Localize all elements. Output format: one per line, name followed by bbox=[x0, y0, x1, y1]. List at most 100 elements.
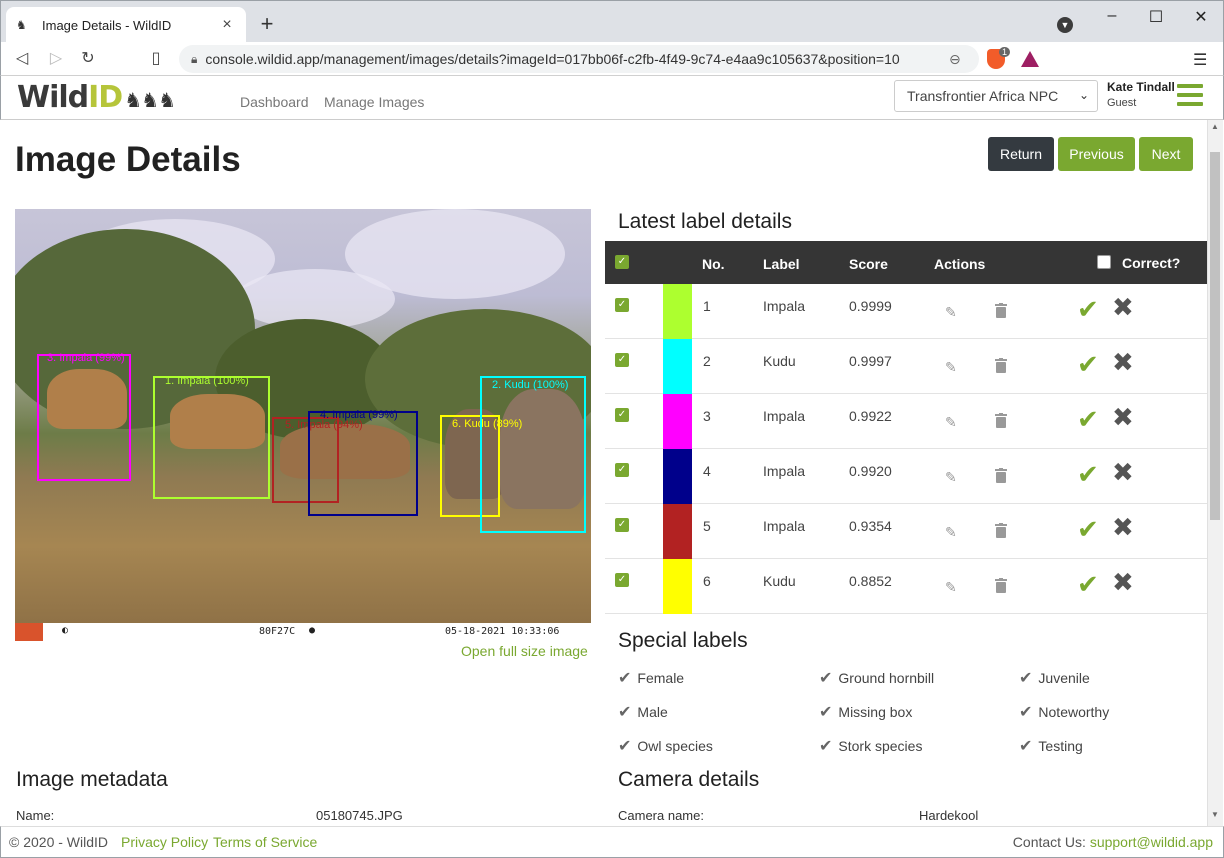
terms-of-service-link[interactable]: Terms of Service bbox=[213, 834, 317, 850]
label-score: 0.9922 bbox=[849, 408, 892, 424]
label-table-header: ✓ No. Label Score Actions Correct? bbox=[605, 241, 1207, 284]
col-label: Label bbox=[763, 256, 800, 272]
pencil-icon[interactable]: ✎ bbox=[945, 524, 957, 541]
next-button[interactable]: Next bbox=[1139, 137, 1193, 171]
photo-info-strip: ◐ 80F27C ● 05-18-2021 10:33:06 bbox=[15, 623, 591, 641]
support-email-link[interactable]: support@wildid.app bbox=[1090, 834, 1213, 850]
previous-button[interactable]: Previous bbox=[1058, 137, 1135, 171]
mark-incorrect-icon[interactable]: ✖ bbox=[1112, 512, 1134, 543]
pencil-icon[interactable]: ✎ bbox=[945, 304, 957, 321]
special-label-text: Ground hornbill bbox=[838, 670, 935, 686]
select-all-checkbox[interactable]: ✓ bbox=[615, 255, 629, 269]
new-tab-button[interactable]: + bbox=[255, 11, 279, 37]
special-label-text: Stork species bbox=[838, 738, 923, 754]
label-score: 0.9999 bbox=[849, 298, 892, 314]
pencil-icon[interactable]: ✎ bbox=[945, 359, 957, 376]
bookmark-icon[interactable]: ▯ bbox=[145, 48, 167, 70]
scroll-down-icon[interactable]: ▼ bbox=[1211, 810, 1219, 819]
mark-incorrect-icon[interactable]: ✖ bbox=[1112, 567, 1134, 598]
wildid-logo[interactable]: WildID ♞♞♞ bbox=[17, 80, 176, 115]
logo-text: Wild bbox=[17, 80, 89, 115]
label-color-swatch bbox=[663, 559, 692, 614]
col-no: No. bbox=[702, 256, 725, 272]
hamburger-menu-icon[interactable] bbox=[1177, 84, 1203, 108]
special-labels-title: Special labels bbox=[618, 629, 748, 652]
organization-select[interactable]: Transfrontier Africa NPC ⌄ bbox=[894, 80, 1098, 112]
bbox-label-4: 4. Impala (99%) bbox=[320, 409, 398, 421]
nav-manage-images[interactable]: Manage Images bbox=[324, 94, 424, 110]
checkmark-icon: ✔ bbox=[1019, 704, 1033, 721]
pencil-icon[interactable]: ✎ bbox=[945, 414, 957, 431]
checkmark-icon: ✔ bbox=[1019, 670, 1033, 687]
browser-tab[interactable]: ♞ Image Details - WildID × bbox=[6, 7, 246, 43]
address-bar[interactable]: 🔒︎ console.wildid.app/management/images/… bbox=[179, 45, 979, 73]
image-metadata-title: Image metadata bbox=[16, 768, 168, 791]
mark-incorrect-icon[interactable]: ✖ bbox=[1112, 292, 1134, 323]
mark-correct-icon[interactable]: ✔ bbox=[1077, 349, 1099, 380]
nav-dashboard[interactable]: Dashboard bbox=[240, 94, 309, 110]
row-select-checkbox[interactable]: ✓ bbox=[615, 463, 629, 477]
special-label-item[interactable]: ✔ Stork species bbox=[819, 736, 922, 756]
checkmark-icon: ✔ bbox=[1019, 738, 1033, 755]
mark-incorrect-icon[interactable]: ✖ bbox=[1112, 457, 1134, 488]
pencil-icon[interactable]: ✎ bbox=[945, 579, 957, 596]
forward-icon[interactable]: ▷ bbox=[45, 48, 67, 70]
checkmark-icon: ✔ bbox=[618, 670, 632, 687]
mark-correct-icon[interactable]: ✔ bbox=[1077, 514, 1099, 545]
maximize-button[interactable]: ☐ bbox=[1141, 7, 1171, 27]
mark-correct-icon[interactable]: ✔ bbox=[1077, 459, 1099, 490]
open-full-size-link[interactable]: Open full size image bbox=[461, 643, 588, 659]
bbox-3 bbox=[37, 354, 131, 481]
scroll-thumb[interactable] bbox=[1210, 152, 1220, 520]
browser-menu-icon[interactable]: ☰ bbox=[1193, 50, 1207, 70]
minimize-button[interactable]: – bbox=[1097, 7, 1127, 27]
trash-icon[interactable] bbox=[995, 413, 1007, 428]
special-label-item[interactable]: ✔ Missing box bbox=[819, 702, 912, 722]
page-scrollbar[interactable]: ▲ ▼ bbox=[1207, 120, 1223, 826]
trash-icon[interactable] bbox=[995, 358, 1007, 373]
zoom-icon[interactable]: ⊖ bbox=[949, 51, 971, 68]
row-select-checkbox[interactable]: ✓ bbox=[615, 518, 629, 532]
label-name: Impala bbox=[763, 408, 806, 424]
trash-icon[interactable] bbox=[995, 578, 1007, 593]
col-correct: Correct? bbox=[1122, 255, 1181, 271]
row-select-checkbox[interactable]: ✓ bbox=[615, 573, 629, 587]
privacy-policy-link[interactable]: Privacy Policy bbox=[121, 834, 208, 850]
trash-icon[interactable] bbox=[995, 303, 1007, 318]
mark-incorrect-icon[interactable]: ✖ bbox=[1112, 347, 1134, 378]
photo-timestamp: 05-18-2021 10:33:06 bbox=[445, 626, 560, 637]
special-label-item[interactable]: ✔ Juvenile bbox=[1019, 668, 1090, 688]
brave-rewards-icon[interactable] bbox=[1021, 51, 1039, 67]
reload-icon[interactable]: ↻ bbox=[77, 48, 99, 70]
moon-icon: ● bbox=[309, 625, 316, 636]
pencil-icon[interactable]: ✎ bbox=[945, 469, 957, 486]
wildid-favicon-icon: ♞ bbox=[16, 18, 27, 32]
mark-correct-icon[interactable]: ✔ bbox=[1077, 404, 1099, 435]
mark-correct-icon[interactable]: ✔ bbox=[1077, 294, 1099, 325]
close-tab-icon[interactable]: × bbox=[218, 16, 236, 34]
special-label-item[interactable]: ✔ Owl species bbox=[618, 736, 713, 756]
return-button[interactable]: Return bbox=[988, 137, 1054, 171]
special-label-item[interactable]: ✔ Noteworthy bbox=[1019, 702, 1109, 722]
camera-trap-image[interactable]: 3. Impala (99%) 1. Impala (100%) 5. Impa… bbox=[15, 209, 591, 641]
special-label-item[interactable]: ✔ Ground hornbill bbox=[819, 668, 934, 688]
trash-icon[interactable] bbox=[995, 523, 1007, 538]
special-label-item[interactable]: ✔ Testing bbox=[1019, 736, 1083, 756]
row-select-checkbox[interactable]: ✓ bbox=[615, 353, 629, 367]
correct-all-checkbox[interactable] bbox=[1097, 255, 1111, 269]
close-window-button[interactable]: ✕ bbox=[1186, 7, 1216, 27]
mark-incorrect-icon[interactable]: ✖ bbox=[1112, 402, 1134, 433]
special-label-text: Testing bbox=[1038, 738, 1083, 754]
special-label-item[interactable]: ✔ Female bbox=[618, 668, 684, 688]
row-select-checkbox[interactable]: ✓ bbox=[615, 408, 629, 422]
row-select-checkbox[interactable]: ✓ bbox=[615, 298, 629, 312]
special-label-item[interactable]: ✔ Male bbox=[618, 702, 668, 722]
scroll-up-icon[interactable]: ▲ bbox=[1211, 122, 1219, 131]
trash-icon[interactable] bbox=[995, 468, 1007, 483]
latest-label-details-title: Latest label details bbox=[618, 210, 792, 233]
back-icon[interactable]: ◁ bbox=[11, 48, 33, 70]
user-name: Kate Tindall bbox=[1107, 80, 1175, 94]
special-label-text: Male bbox=[637, 704, 668, 720]
mark-correct-icon[interactable]: ✔ bbox=[1077, 569, 1099, 600]
tab-search-icon[interactable]: ▼ bbox=[1057, 17, 1073, 33]
